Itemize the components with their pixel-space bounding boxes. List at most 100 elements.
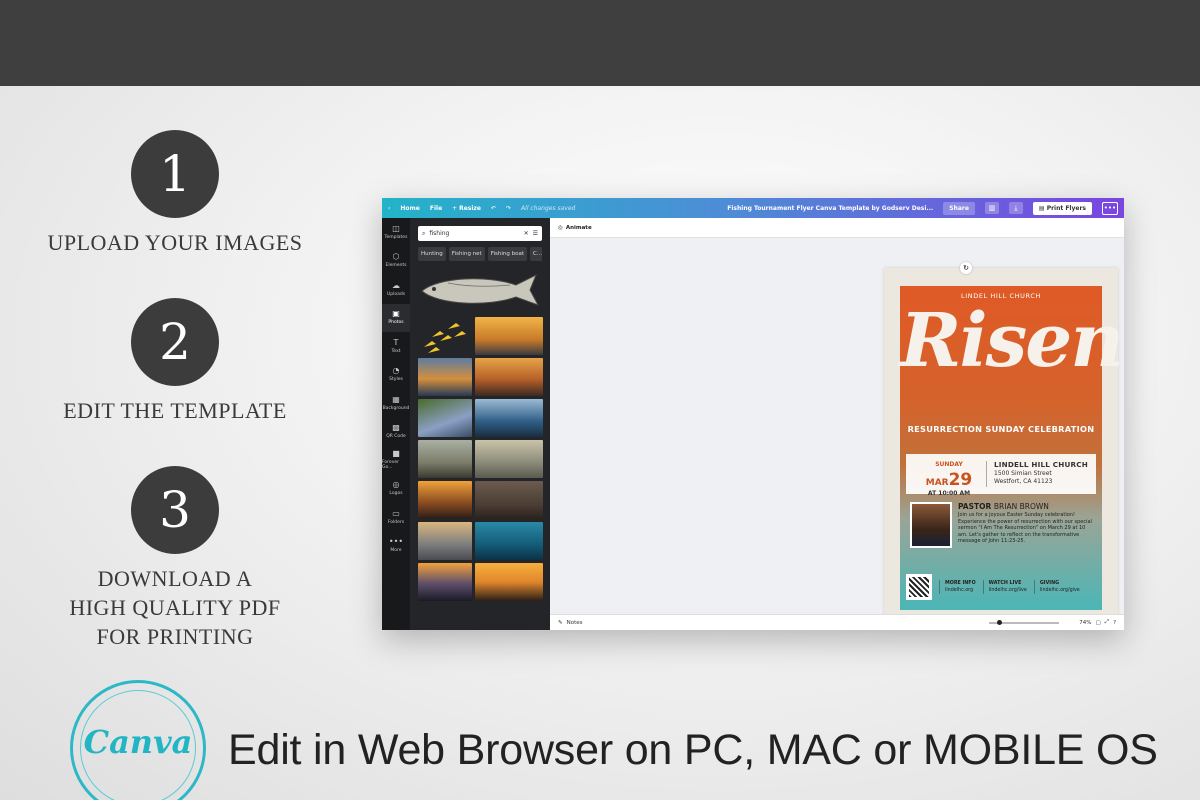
pastor-name: PASTOR BRIAN BROWN xyxy=(958,502,1049,511)
editor-canvas-area: ◎ Animate LINDEL HILL CHURCH Risen RESUR… xyxy=(550,218,1124,628)
notes-icon: ✎ xyxy=(558,619,563,626)
canva-editor-window: ‹ Home File + Resize ↶ ↷ All changes sav… xyxy=(382,198,1124,630)
photo-search-box[interactable]: ⌕ fishing ✕ ☰ xyxy=(418,226,542,241)
photo-result[interactable] xyxy=(475,481,543,519)
qr-code-icon: ▩ xyxy=(392,423,400,433)
folder-app-icon: ■ xyxy=(392,449,400,459)
sidebar-item-photos[interactable]: ▣ Photos xyxy=(382,303,410,332)
sidebar-item-forever-go[interactable]: ■ Forever Go... xyxy=(382,446,410,475)
chip-hunting[interactable]: Hunting xyxy=(418,247,446,261)
editor-toolbar: ‹ Home File + Resize ↶ ↷ All changes sav… xyxy=(382,198,1124,218)
photo-result[interactable] xyxy=(418,522,472,560)
flyer-headline[interactable]: Risen xyxy=(900,298,1124,384)
footer-giving: GIVING lindelhc.org/give xyxy=(1033,580,1080,594)
sidebar-item-folders[interactable]: ▭ Folders xyxy=(382,503,410,532)
photo-result[interactable] xyxy=(418,399,472,437)
pastor-bio: Join us for a joyous Easter Sunday celeb… xyxy=(958,512,1092,544)
insights-icon[interactable]: ▥ xyxy=(984,202,999,214)
flyer-artwork[interactable]: LINDEL HILL CHURCH Risen RESURRECTION SU… xyxy=(900,286,1124,610)
refresh-icon[interactable]: ↻ xyxy=(960,262,972,274)
flyer-date-month: MAR xyxy=(925,478,949,488)
sidebar-item-elements[interactable]: ⬡ Elements xyxy=(382,247,410,276)
flyer-church-name: LINDELL HILL CHURCH xyxy=(994,460,1088,470)
sidebar-item-text[interactable]: T Text xyxy=(382,332,410,361)
step-3-line-3: FOR PRINTING xyxy=(96,624,254,649)
download-icon[interactable]: ⤓ xyxy=(1008,202,1023,214)
clear-search-icon[interactable]: ✕ xyxy=(524,230,529,237)
sidebar-item-background[interactable]: ▦ Background xyxy=(382,389,410,418)
resize-button[interactable]: + Resize xyxy=(452,205,481,212)
footer-more-info: MORE INFO lindelhc.org xyxy=(939,580,976,594)
step-1-number: 1 xyxy=(131,130,219,218)
notes-button[interactable]: Notes xyxy=(567,620,583,626)
more-options-icon[interactable]: ••• xyxy=(1102,201,1118,215)
flyer-info-box[interactable]: SUNDAY MAR29 AT 10:00 AM LINDELL HILL CH… xyxy=(906,451,1096,497)
background-icon: ▦ xyxy=(392,394,400,404)
editor-bottom-bar: ✎ Notes 74% ▢ ⤢ ? xyxy=(550,614,1124,630)
qr-code-image[interactable] xyxy=(906,574,932,600)
photo-result[interactable] xyxy=(418,358,472,396)
search-input[interactable]: fishing xyxy=(429,230,519,237)
photo-result[interactable] xyxy=(475,399,543,437)
photo-result[interactable] xyxy=(418,440,472,478)
flyer-address[interactable]: LINDELL HILL CHURCH 1500 Simian Street W… xyxy=(986,461,1088,487)
flyer-subtitle[interactable]: RESURRECTION SUNDAY CELEBRATION xyxy=(900,424,1102,434)
file-menu[interactable]: File xyxy=(430,205,442,212)
canva-logo-text: Canva xyxy=(83,723,193,761)
zoom-level[interactable]: 74% xyxy=(1079,620,1091,626)
share-button[interactable]: Share xyxy=(943,201,975,215)
sidebar-item-qr-code[interactable]: ▩ QR Code xyxy=(382,418,410,447)
sidebar-item-uploads[interactable]: ☁ Uploads xyxy=(382,275,410,304)
pastor-photo[interactable] xyxy=(910,502,952,548)
photo-result[interactable] xyxy=(475,317,543,355)
step-3: 3 DOWNLOAD A HIGH QUALITY PDF FOR PRINTI… xyxy=(30,466,320,651)
filter-icon[interactable]: ☰ xyxy=(533,230,538,237)
step-2-label: EDIT THE TEMPLATE xyxy=(63,398,287,423)
animate-button[interactable]: Animate xyxy=(566,225,592,231)
flyer-page[interactable]: LINDEL HILL CHURCH Risen RESURRECTION SU… xyxy=(884,268,1124,628)
flyer-pastor-section[interactable]: PASTOR BRIAN BROWN Join us for a joyous … xyxy=(906,502,1096,558)
undo-icon[interactable]: ↶ xyxy=(491,205,496,212)
chip-fishing-boat[interactable]: Fishing boat xyxy=(487,247,527,261)
document-title[interactable]: Fishing Tournament Flyer Canva Template … xyxy=(727,205,933,212)
fullscreen-icon[interactable]: ⤢ xyxy=(1105,619,1109,626)
flyer-date[interactable]: SUNDAY MAR29 AT 10:00 AM xyxy=(912,451,986,497)
logos-icon: ◎ xyxy=(392,480,400,490)
photo-result[interactable] xyxy=(475,440,543,478)
suggestion-chips: Hunting Fishing net Fishing boat C... xyxy=(418,247,542,261)
flyer-address-line-1: 1500 Simian Street xyxy=(994,469,1052,477)
sidebar-item-styles[interactable]: ◔ Styles xyxy=(382,361,410,390)
sidebar-item-more[interactable]: ••• More xyxy=(382,532,410,561)
sidebar-item-templates[interactable]: ◫ Templates xyxy=(382,218,410,247)
photo-result[interactable] xyxy=(418,563,472,601)
flyer-footer[interactable]: MORE INFO lindelhc.org WATCH LIVE lindelhc… xyxy=(906,572,1096,602)
footer-watch-live: WATCH LIVE lindelhc.org/live xyxy=(982,580,1027,594)
uploads-icon: ☁ xyxy=(392,280,400,290)
step-2: 2 EDIT THE TEMPLATE xyxy=(30,298,320,425)
zoom-slider[interactable] xyxy=(989,619,1060,625)
chip-fishing-net[interactable]: Fishing net xyxy=(448,247,485,261)
step-2-number: 2 xyxy=(131,298,219,386)
photo-result[interactable] xyxy=(418,481,472,519)
back-chevron-icon[interactable]: ‹ xyxy=(388,205,390,212)
photo-result[interactable] xyxy=(418,317,472,355)
sidebar-item-logos[interactable]: ◎ Logos xyxy=(382,475,410,504)
print-flyers-button[interactable]: ▤ Print Flyers xyxy=(1032,201,1092,215)
fish-illustration[interactable] xyxy=(418,269,542,311)
folders-icon: ▭ xyxy=(392,508,400,518)
step-3-line-1: DOWNLOAD A xyxy=(97,566,253,591)
home-button[interactable]: Home xyxy=(400,205,419,212)
search-icon: ⌕ xyxy=(422,229,426,237)
photo-result[interactable] xyxy=(475,563,543,601)
top-banner xyxy=(0,0,1200,86)
styles-icon: ◔ xyxy=(392,366,400,376)
photo-result[interactable] xyxy=(475,358,543,396)
page-count-icon[interactable]: ▢ xyxy=(1095,620,1100,626)
redo-icon[interactable]: ↷ xyxy=(506,205,511,212)
photo-result[interactable] xyxy=(475,522,543,560)
save-status: All changes saved xyxy=(521,204,576,212)
help-icon[interactable]: ? xyxy=(1113,620,1116,626)
text-icon: T xyxy=(393,337,399,347)
step-3-label: DOWNLOAD A HIGH QUALITY PDF FOR PRINTING xyxy=(30,564,320,651)
chip-more[interactable]: C... xyxy=(530,247,542,261)
